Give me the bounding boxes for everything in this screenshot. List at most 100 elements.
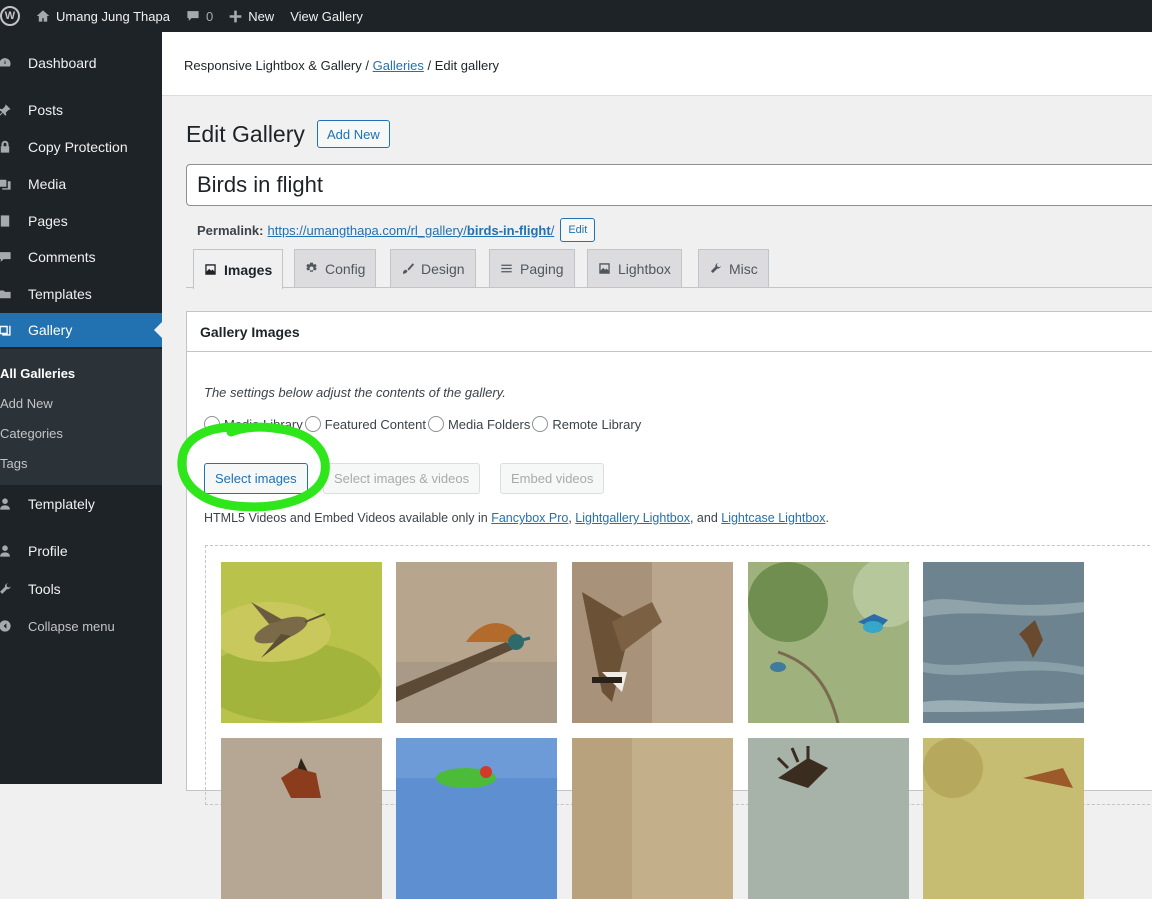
folder-icon: [0, 286, 12, 302]
permalink-link[interactable]: https://umangthapa.com/rl_gallery/birds-…: [267, 223, 554, 238]
menu-item-pages[interactable]: Pages: [0, 204, 162, 238]
lightgallery-link[interactable]: Lightgallery Lightbox: [575, 511, 690, 525]
menu-item-templates[interactable]: Templates: [0, 277, 162, 311]
submenu-label: Add New: [0, 396, 53, 411]
site-name-link[interactable]: Umang Jung Thapa: [28, 0, 178, 32]
note-separator: , and: [689, 511, 722, 525]
menu-item-tools[interactable]: Tools: [0, 572, 162, 606]
permalink-slug: birds-in-flight: [466, 222, 551, 238]
tab-label: Design: [421, 260, 465, 277]
pin-icon: [0, 102, 12, 118]
gallery-thumbnail[interactable]: [748, 562, 909, 723]
view-gallery-link[interactable]: View Gallery: [282, 0, 371, 32]
tab-misc[interactable]: Misc: [698, 249, 769, 287]
submenu-tags[interactable]: Tags: [0, 456, 27, 471]
menu-item-comments[interactable]: Comments: [0, 240, 162, 274]
menu-item-posts[interactable]: Posts: [0, 93, 162, 127]
gallery-thumbnail[interactable]: [396, 562, 557, 723]
tab-config[interactable]: Config: [294, 249, 377, 287]
menu-label: Posts: [28, 102, 64, 118]
view-gallery-label: View Gallery: [290, 8, 363, 24]
menu-item-dashboard[interactable]: Dashboard: [0, 46, 162, 80]
tab-label: Misc: [729, 260, 758, 277]
tab-paging[interactable]: Paging: [489, 249, 575, 287]
submenu-add-new[interactable]: Add New: [0, 396, 53, 411]
image-icon: [599, 263, 610, 274]
gallery-title-value: Birds in flight: [197, 172, 323, 197]
menu-item-profile[interactable]: Profile: [0, 534, 162, 568]
note-end: .: [825, 511, 829, 525]
gallery-thumbnail[interactable]: [396, 738, 557, 899]
menu-item-media[interactable]: Media: [0, 167, 162, 201]
radio-label: Remote Library: [552, 416, 642, 432]
add-new-button[interactable]: Add New: [317, 120, 390, 148]
gallery-thumbnail[interactable]: [221, 562, 382, 723]
tab-label: Config: [325, 260, 366, 277]
menu-label: Dashboard: [28, 55, 97, 71]
tab-label: Images: [224, 261, 273, 278]
radio-button[interactable]: [532, 416, 549, 432]
html5-video-note: HTML5 Videos and Embed Videos available …: [204, 511, 829, 525]
dashboard-icon: [0, 55, 12, 71]
collapse-icon: [0, 618, 12, 634]
lightcase-link[interactable]: Lightcase Lightbox: [721, 511, 825, 525]
brush-icon: [402, 263, 414, 274]
radio-media-folders[interactable]: Media Folders: [427, 416, 530, 432]
permalink-end: /: [550, 222, 555, 238]
tab-images[interactable]: Images: [193, 249, 284, 289]
image-icon: [205, 264, 216, 275]
menu-label: Templately: [28, 496, 95, 512]
tab-label: Paging: [520, 260, 564, 277]
select-images-videos-button[interactable]: Select images & videos: [323, 463, 481, 494]
plus-icon: [229, 10, 242, 22]
comment-icon: [0, 249, 12, 265]
gallery-images-grid: [205, 545, 1152, 899]
collapse-menu-button[interactable]: Collapse menu: [0, 609, 162, 643]
tab-lightbox[interactable]: Lightbox: [587, 249, 682, 287]
submenu-categories[interactable]: Categories: [0, 426, 63, 441]
panel-header: Gallery Images: [187, 312, 1152, 352]
menu-label: Gallery: [28, 322, 73, 338]
edit-slug-button[interactable]: Edit: [560, 218, 596, 242]
page-icon: [0, 213, 12, 229]
menu-item-gallery[interactable]: Gallery: [0, 313, 162, 347]
wrench-icon: [0, 581, 12, 597]
gallery-thumbnail[interactable]: [572, 562, 733, 723]
gallery-thumbnail[interactable]: [572, 738, 733, 899]
gear-icon: [306, 262, 317, 272]
radio-remote-library[interactable]: Remote Library: [532, 416, 641, 432]
new-label: New: [248, 8, 275, 24]
gallery-thumbnail[interactable]: [748, 738, 909, 899]
lock-icon: [0, 139, 12, 155]
menu-label: Media: [28, 176, 67, 192]
wordpress-logo[interactable]: W: [0, 0, 28, 32]
gallery-icon: [0, 322, 12, 338]
menu-item-templately[interactable]: Templately: [0, 487, 162, 521]
submenu-label: All Galleries: [0, 366, 76, 381]
breadcrumb-separator: /: [361, 58, 373, 73]
radio-button[interactable]: [427, 416, 444, 432]
comments-link[interactable]: 0: [178, 0, 221, 32]
submenu-all-galleries[interactable]: All Galleries: [0, 366, 75, 381]
menu-label: Comments: [28, 249, 96, 265]
menu-lines-icon: [501, 264, 512, 273]
fancybox-pro-link[interactable]: Fancybox Pro: [491, 511, 568, 525]
permalink-base: https://umangthapa.com/rl_gallery/: [267, 222, 467, 238]
site-name-label: Umang Jung Thapa: [56, 8, 170, 24]
gallery-thumbnail[interactable]: [923, 738, 1084, 899]
breadcrumb-current: Edit gallery: [434, 58, 500, 73]
gallery-thumbnail[interactable]: [221, 738, 382, 899]
breadcrumb: Responsive Lightbox & Gallery / Gallerie…: [162, 32, 1152, 96]
menu-item-copy-protection[interactable]: Copy Protection: [0, 130, 162, 164]
menu-label: Tools: [28, 581, 61, 597]
menu-label: Profile: [28, 543, 68, 559]
gallery-thumbnail[interactable]: [923, 562, 1084, 723]
gallery-title-input[interactable]: Birds in flight: [186, 164, 1152, 206]
new-content-link[interactable]: New: [221, 0, 282, 32]
embed-videos-button[interactable]: Embed videos: [500, 463, 605, 494]
tab-design[interactable]: Design: [390, 249, 476, 287]
tabs-divider: [186, 287, 1152, 288]
menu-label: Copy Protection: [28, 139, 128, 155]
breadcrumb-galleries-link[interactable]: Galleries: [373, 58, 424, 73]
comment-icon: [187, 11, 199, 21]
